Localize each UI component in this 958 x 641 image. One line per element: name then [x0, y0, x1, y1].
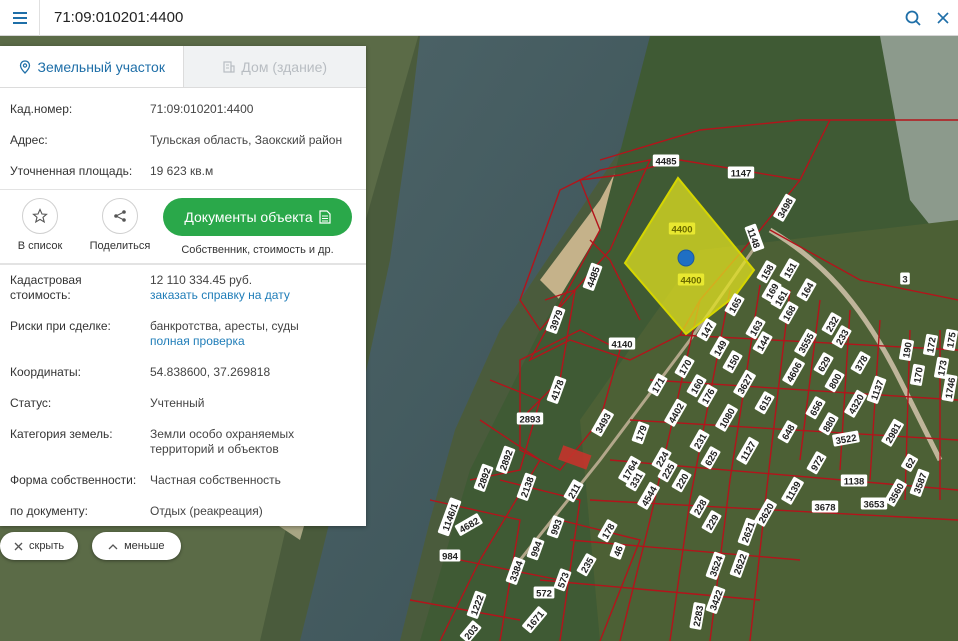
less-button[interactable]: меньше: [92, 532, 181, 560]
status-value: Учтенный: [150, 396, 205, 410]
row-area: Уточненная площадь: 19 623 кв.м: [10, 164, 356, 179]
close-icon: [937, 11, 949, 24]
search-bar: [0, 0, 958, 36]
tab-building-label: Дом (здание): [241, 58, 328, 75]
share-button[interactable]: Поделиться: [90, 198, 150, 252]
area-label: Уточненная площадь:: [10, 164, 133, 178]
status-label: Статус:: [10, 396, 52, 410]
address-label: Адрес:: [10, 133, 48, 147]
risks-value: банкротства, аресты, суды полная проверка: [150, 319, 299, 348]
cad-number-label: Кад.номер:: [10, 102, 73, 116]
hide-button[interactable]: скрыть: [0, 532, 79, 560]
parcel-number-label[interactable]: 984: [439, 549, 461, 563]
coords-label: Координаты:: [10, 365, 81, 379]
parcel-number-label[interactable]: 572: [533, 586, 555, 600]
documents-caption: Собственник, стоимость и др.: [181, 244, 334, 256]
documents-block: Документы объекта Собственник, стоимость…: [163, 198, 352, 256]
parcel-number-label[interactable]: 4140: [608, 337, 636, 351]
share-icon: [114, 210, 126, 222]
address-value: Тульская область, Заокский район: [150, 133, 343, 147]
parcel-marker: [677, 249, 695, 267]
parcel-number-label[interactable]: 3678: [811, 500, 839, 514]
action-bar: В список Поделиться Документы объекта Со…: [0, 189, 366, 265]
search-button[interactable]: [898, 0, 928, 36]
svg-text:4400: 4400: [680, 276, 701, 287]
category-label: Категория земель:: [10, 427, 113, 441]
close-icon: [14, 542, 23, 550]
ownership-value: Частная собственность: [150, 473, 281, 487]
risks-label: Риски при сделке:: [10, 319, 111, 333]
svg-text:572: 572: [536, 589, 552, 600]
documents-button[interactable]: Документы объекта: [163, 198, 352, 236]
parcel-number-label[interactable]: 4400: [668, 222, 696, 236]
row-ownership: Форма собственности: Частная собственнос…: [10, 473, 356, 488]
coords-value: 54.838600, 37.269818: [150, 365, 271, 379]
hamburger-icon: [12, 16, 27, 19]
svg-text:3678: 3678: [814, 503, 835, 514]
documents-button-label: Документы объекта: [184, 209, 313, 225]
add-to-list-label: В список: [17, 240, 63, 252]
category-value: Земли особо охраняемых территорий и объек…: [150, 427, 295, 456]
search-input[interactable]: [40, 0, 898, 36]
tab-bar: Земельный участок Дом (здание): [0, 46, 366, 88]
svg-text:3653: 3653: [863, 500, 884, 511]
menu-button[interactable]: [0, 0, 40, 36]
ownership-label: Форма собственности:: [10, 473, 137, 487]
search-icon: [905, 10, 921, 26]
building-icon: [223, 61, 236, 73]
add-to-list-circle: [22, 198, 58, 234]
svg-text:984: 984: [442, 552, 459, 563]
parcel-number-label[interactable]: 3: [900, 272, 910, 286]
row-cad-number: Кад.номер: 71:09:010201:4400: [10, 102, 356, 117]
svg-text:1138: 1138: [844, 477, 865, 488]
clear-button[interactable]: [928, 0, 958, 36]
svg-text:3: 3: [902, 275, 907, 286]
parcel-number-label[interactable]: 1147: [727, 166, 755, 180]
tab-land-plot-label: Земельный участок: [37, 58, 165, 75]
svg-text:4140: 4140: [611, 340, 632, 351]
row-document: по документу: Отдых (реакреация): [10, 504, 356, 519]
parcel-number-label[interactable]: 4485: [652, 154, 680, 168]
info-rows-top: Кад.номер: 71:09:010201:4400 Адрес: Туль…: [0, 102, 366, 179]
chevron-up-icon: [108, 543, 118, 549]
area-value: 19 623 кв.м: [150, 164, 214, 178]
svg-text:175: 175: [945, 331, 958, 349]
info-panel: Земельный участок Дом (здание) Кад.номер…: [0, 46, 366, 526]
document-icon: [319, 210, 331, 224]
svg-text:4400: 4400: [671, 225, 692, 236]
tab-land-plot[interactable]: Земельный участок: [0, 46, 183, 87]
less-label: меньше: [124, 540, 165, 552]
cost-link[interactable]: заказать справку на дату: [150, 288, 290, 302]
parcel-number-label[interactable]: 4400: [677, 273, 705, 287]
row-cost: Кадастровая стоимость: 12 110 334.45 руб.…: [10, 273, 356, 303]
tab-building[interactable]: Дом (здание): [182, 46, 366, 87]
location-pin-icon: [19, 59, 30, 74]
parcel-number-label[interactable]: 3653: [860, 497, 888, 511]
row-category: Категория земель: Земли особо охраняемых…: [10, 427, 356, 457]
svg-text:2893: 2893: [519, 415, 540, 426]
cad-number-value[interactable]: 71:09:010201:4400: [150, 102, 356, 117]
row-risks: Риски при сделке: банкротства, аресты, с…: [10, 319, 356, 349]
panel-controls: скрыть меньше: [0, 532, 181, 560]
parcel-number-label[interactable]: 1138: [840, 474, 868, 488]
risks-link[interactable]: полная проверка: [150, 334, 245, 348]
document-value: Отдых (реакреация): [150, 504, 263, 518]
hide-label: скрыть: [29, 540, 65, 552]
document-label: по документу:: [10, 504, 88, 518]
info-rows-bottom: Кадастровая стоимость: 12 110 334.45 руб.…: [0, 273, 366, 519]
share-circle: [102, 198, 138, 234]
share-label: Поделиться: [89, 240, 151, 252]
row-coords: Координаты: 54.838600, 37.269818: [10, 365, 356, 380]
star-icon: [32, 208, 48, 224]
cost-label: Кадастровая стоимость:: [10, 273, 82, 302]
parcel-number-label[interactable]: 2893: [516, 412, 544, 426]
svg-text:4485: 4485: [655, 157, 677, 168]
row-status: Статус: Учтенный: [10, 396, 356, 411]
row-address: Адрес: Тульская область, Заокский район: [10, 133, 356, 148]
svg-text:1147: 1147: [731, 169, 752, 180]
add-to-list-button[interactable]: В список: [10, 198, 70, 252]
cost-value: 12 110 334.45 руб. заказать справку на да…: [150, 273, 290, 302]
